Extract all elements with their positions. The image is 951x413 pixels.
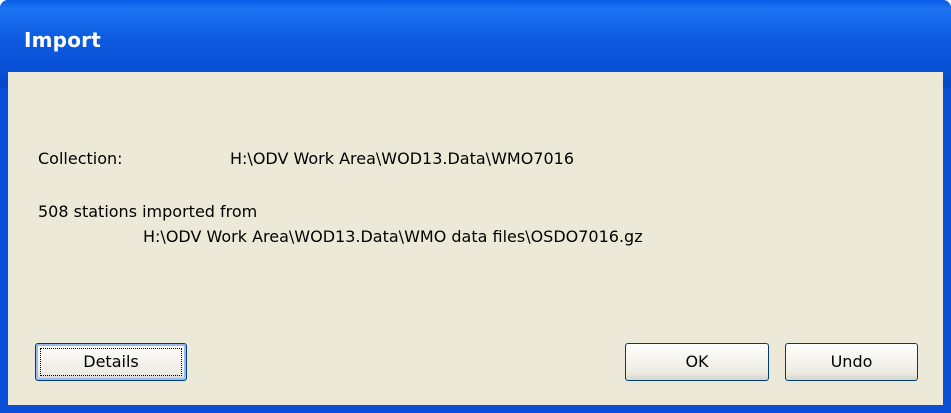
window-title: Import (24, 28, 101, 52)
import-dialog: Import Collection: H:\ODV Work Area\WOD1… (0, 0, 951, 413)
collection-label: Collection: (38, 149, 123, 168)
collection-path: H:\ODV Work Area\WOD13.Data\WMO7016 (230, 149, 574, 168)
ok-button-label: OK (685, 352, 709, 371)
details-button[interactable]: Details (35, 343, 187, 381)
undo-button[interactable]: Undo (785, 343, 918, 381)
focus-ring (40, 348, 182, 376)
undo-button-label: Undo (830, 352, 873, 371)
dialog-body: Collection: H:\ODV Work Area\WOD13.Data\… (8, 72, 943, 405)
import-source-path: H:\ODV Work Area\WOD13.Data\WMO data fil… (143, 227, 643, 246)
import-summary: 508 stations imported from (38, 202, 258, 221)
ok-button[interactable]: OK (625, 343, 769, 381)
